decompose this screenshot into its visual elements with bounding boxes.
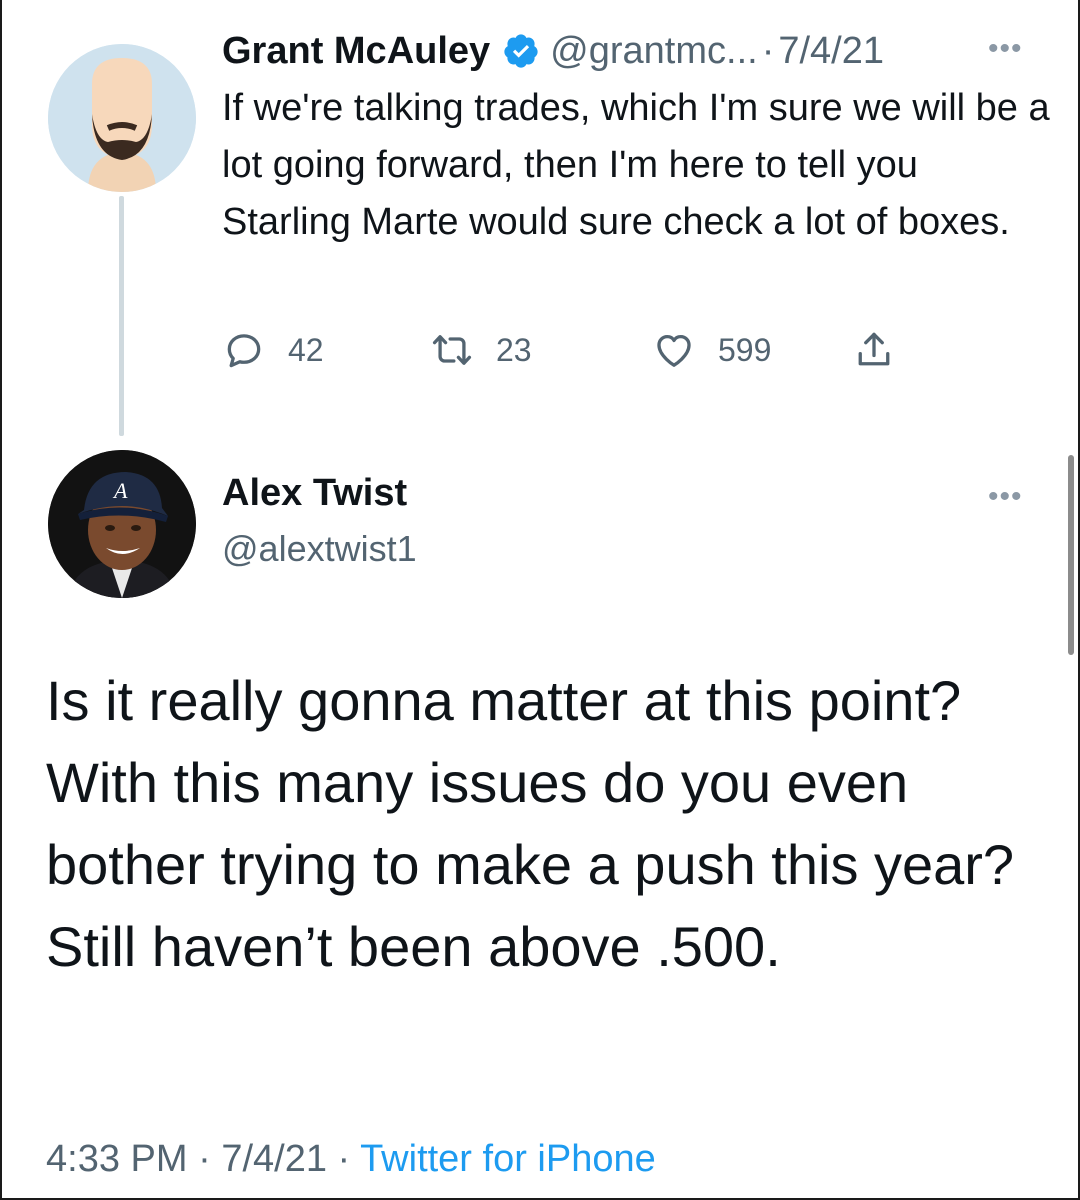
meta-separator: ·: [337, 1138, 351, 1180]
tweet-date: 7/4/21: [221, 1138, 327, 1180]
profile-photo: A: [48, 450, 196, 598]
like-button[interactable]: 599: [652, 322, 771, 378]
thread-connector-line: [119, 196, 124, 436]
reply-button[interactable]: 42: [222, 322, 324, 378]
avatar[interactable]: [48, 44, 196, 192]
retweet-icon: [432, 335, 472, 365]
parent-tweet-header: Grant McAuley @grantmc... · 7/4/21: [222, 26, 1052, 76]
reply-bubble-icon: [227, 334, 261, 368]
tweet-action-bar: 42 23 599: [222, 322, 942, 378]
more-horizontal-icon[interactable]: •••: [988, 32, 1023, 66]
retweet-count: 23: [496, 331, 532, 368]
tweet-date[interactable]: 7/4/21: [778, 30, 884, 73]
retweet-button[interactable]: 23: [430, 322, 532, 378]
meta-separator: ·: [198, 1138, 211, 1180]
scrollbar[interactable]: [1068, 455, 1074, 655]
heart-icon: [657, 334, 691, 367]
tweet-footer-meta: 4:33 PM · 7/4/21 · Twitter for iPhone: [46, 1138, 656, 1181]
reply-tweet-text: Is it really gonna matter at this point?…: [46, 669, 1015, 978]
share-button[interactable]: [852, 322, 896, 378]
default-avatar-icon: [48, 44, 196, 192]
parent-tweet-text: If we're talking trades, which I'm sure …: [222, 87, 1050, 243]
svg-text:A: A: [112, 478, 128, 503]
author-handle[interactable]: @alextwist1: [222, 528, 417, 570]
author-name[interactable]: Grant McAuley: [222, 30, 490, 73]
reply-count: 42: [288, 331, 324, 368]
author-handle[interactable]: @grantmc...: [550, 30, 758, 73]
meta-separator: ·: [761, 29, 775, 72]
like-count: 599: [718, 331, 772, 368]
author-name[interactable]: Alex Twist: [222, 472, 407, 515]
tweet-time: 4:33 PM: [46, 1138, 188, 1180]
share-upload-icon: [858, 332, 890, 366]
avatar[interactable]: A: [48, 450, 196, 598]
verified-badge-icon: [504, 34, 538, 68]
more-horizontal-icon[interactable]: •••: [988, 480, 1023, 514]
tweet-source-link[interactable]: Twitter for iPhone: [360, 1138, 656, 1180]
